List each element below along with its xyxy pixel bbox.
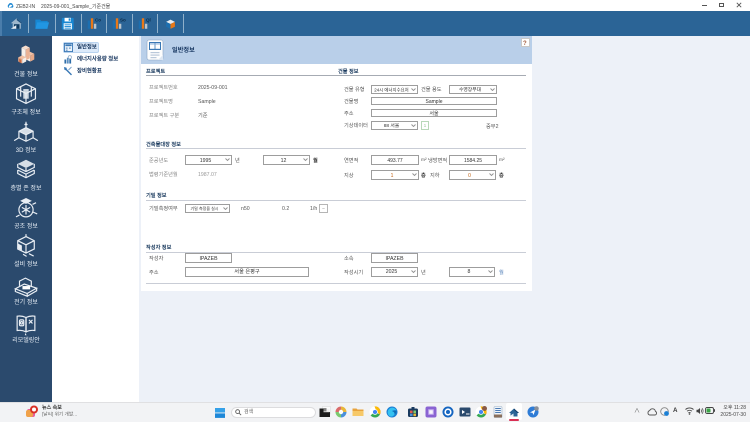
svg-text:Ql: Ql — [146, 17, 151, 22]
svg-text:Co: Co — [95, 17, 100, 22]
svg-text:So: So — [120, 17, 125, 22]
